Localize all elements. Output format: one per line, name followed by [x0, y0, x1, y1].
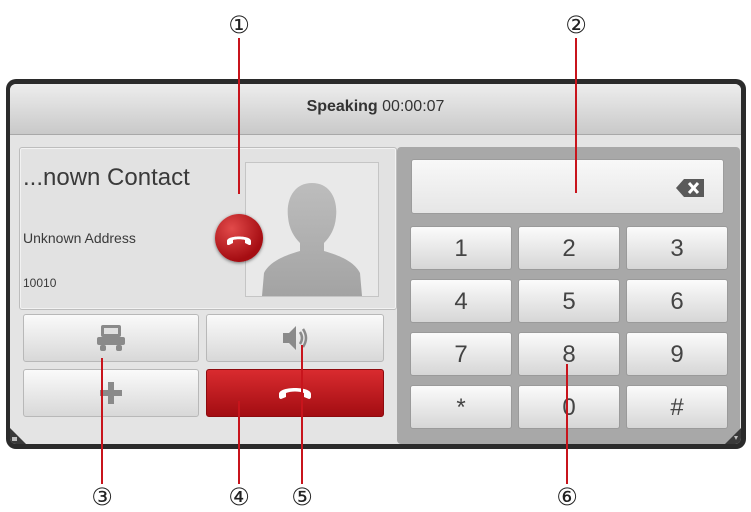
dial-key-2[interactable]: 2 — [518, 226, 620, 270]
speaker-icon — [283, 326, 308, 350]
contact-number: 10010 — [23, 276, 57, 290]
dial-key-8[interactable]: 8 — [518, 332, 620, 376]
call-status: Speaking 00:00:07 — [10, 98, 741, 116]
dial-key-7[interactable]: 7 — [410, 332, 512, 376]
leader-line-6 — [566, 364, 568, 484]
dial-display[interactable] — [411, 159, 724, 214]
phone-hangup-icon — [227, 236, 251, 245]
dialpad: 1 2 3 4 5 6 7 8 9 * 0 # — [397, 147, 740, 444]
call-screen: Speaking 00:00:07 ...nown Contact Unknow… — [10, 84, 741, 444]
callout-3: ③ — [91, 483, 113, 511]
phone-hangup-icon — [279, 388, 311, 399]
contact-card: ...nown Contact Unknown Address 10010 — [19, 147, 397, 310]
speaker-button[interactable] — [206, 314, 384, 362]
dial-key-1[interactable]: 1 — [410, 226, 512, 270]
corner-arrow-icon — [725, 428, 741, 444]
leader-line-1 — [238, 38, 240, 194]
dial-key-5[interactable]: 5 — [518, 279, 620, 323]
dial-key-hash[interactable]: # — [626, 385, 728, 429]
dial-key-3[interactable]: 3 — [626, 226, 728, 270]
person-silhouette-icon — [262, 183, 362, 296]
leader-line-2 — [575, 38, 577, 193]
add-call-button[interactable] — [23, 369, 199, 417]
car-icon — [97, 325, 125, 351]
backspace-icon[interactable] — [675, 178, 705, 198]
callout-5: ⑤ — [291, 483, 313, 511]
status-label: Speaking — [306, 98, 378, 115]
callout-1: ① — [228, 11, 250, 39]
status-bar: Speaking 00:00:07 — [10, 84, 741, 135]
dial-key-4[interactable]: 4 — [410, 279, 512, 323]
callout-6: ⑥ — [556, 483, 578, 511]
end-call-button[interactable] — [206, 369, 384, 417]
callout-4: ④ — [228, 483, 250, 511]
contact-name: ...nown Contact — [23, 164, 190, 191]
dial-key-star[interactable]: * — [410, 385, 512, 429]
dial-key-6[interactable]: 6 — [626, 279, 728, 323]
incoming-call-indicator[interactable] — [215, 214, 263, 262]
contact-address: Unknown Address — [23, 230, 136, 246]
transfer-button[interactable] — [23, 314, 199, 362]
dial-key-9[interactable]: 9 — [626, 332, 728, 376]
dial-key-0[interactable]: 0 — [518, 385, 620, 429]
leader-line-4 — [238, 401, 240, 484]
call-timer: 00:00:07 — [382, 98, 445, 115]
callout-2: ② — [565, 11, 587, 39]
avatar — [245, 162, 379, 297]
leader-line-5 — [301, 345, 303, 484]
corner-screen-icon — [10, 428, 26, 444]
leader-line-3 — [101, 358, 103, 484]
